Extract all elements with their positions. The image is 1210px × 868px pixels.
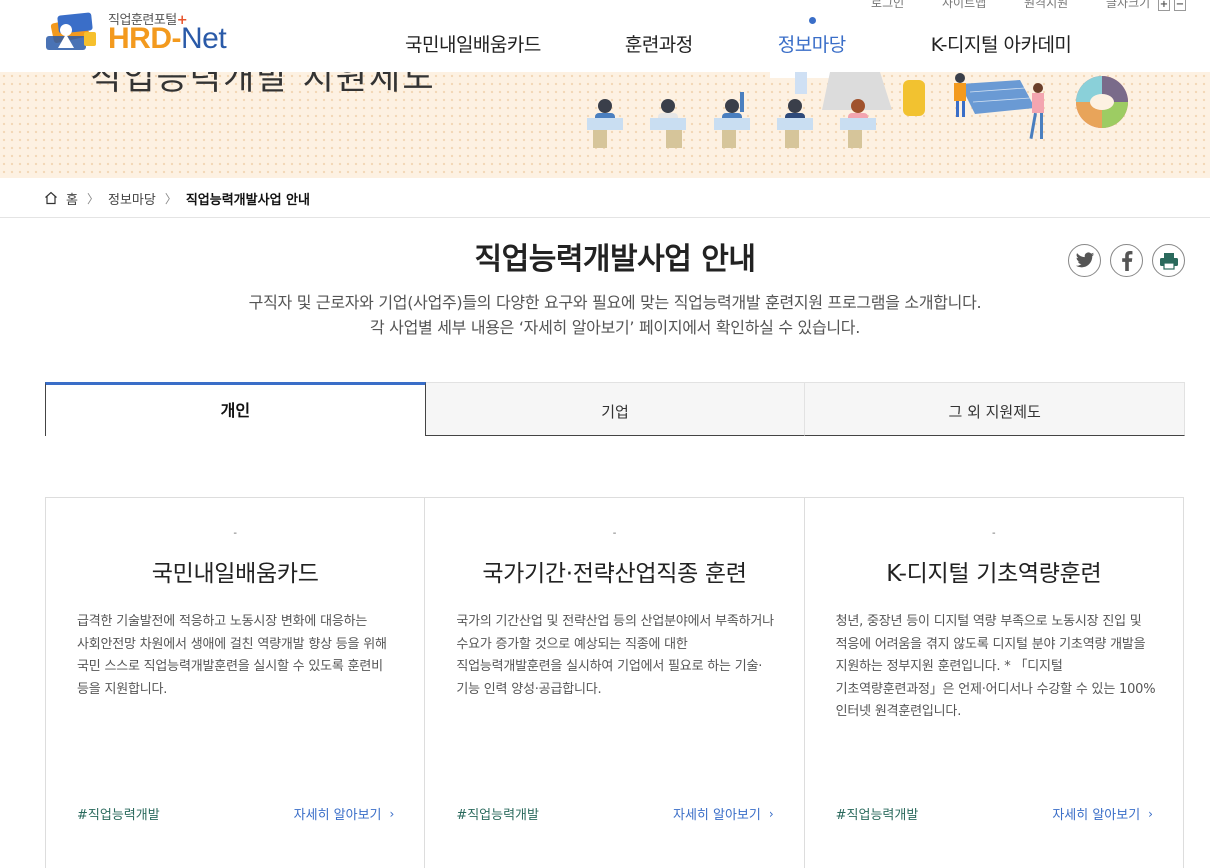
printer-icon (1159, 252, 1178, 270)
print-button[interactable] (1152, 244, 1185, 277)
card-hashtag[interactable]: #직업능력개발 (77, 804, 160, 823)
nav-item-k-digital[interactable]: K-디지털 아카데미 (931, 30, 1072, 57)
page-title: 직업능력개발사업 안내 (474, 242, 756, 277)
utility-menu: 로그인 사이트맵 원격지원 글자크기 + − (837, 0, 1186, 11)
breadcrumb-info[interactable]: 정보마당 (108, 189, 156, 208)
breadcrumb: 홈 〉 정보마당 〉 직업능력개발사업 안내 (44, 178, 1210, 218)
card-description: 국가의 기간산업 및 전략산업 등의 산업분야에서 부족하거나 수요가 증가할 … (456, 614, 774, 697)
card-dash: - (233, 528, 237, 539)
classroom-illustration (587, 72, 1128, 148)
card-hashtag[interactable]: #직업능력개발 (456, 804, 539, 823)
login-link[interactable]: 로그인 (871, 0, 904, 10)
remote-support-link[interactable]: 원격지원 (1024, 0, 1068, 10)
twitter-icon (1075, 252, 1094, 268)
card-title: K-디지털 기초역량훈련 (886, 561, 1102, 587)
site-header: 직업훈련포털+ HRD-Net 로그인 사이트맵 원격지원 글자크기 + − 국민… (0, 0, 1210, 72)
category-tabs: 개인 기업 그 외 지원제도 (45, 382, 1186, 436)
card-description: 청년, 중장년 등이 디지털 역량 부족으로 노동시장 진입 및 적응에 어려움… (835, 614, 1156, 719)
logo-hrd: HRD (108, 22, 172, 55)
facebook-icon (1121, 250, 1132, 271)
breadcrumb-home[interactable]: 홈 (66, 189, 78, 208)
chevron-right-icon: › (389, 806, 395, 821)
program-card-list: - 국민내일배움카드 급격한 기술발전에 적응하고 노동시장 변화에 대응하는 … (45, 497, 1184, 868)
active-nav-dot (808, 17, 816, 24)
nav-item-info[interactable]: 정보마당 (777, 17, 846, 57)
hero-banner: 직업능력개발 지원제도 (0, 72, 1210, 178)
hrd-net-logo[interactable]: 직업훈련포털+ HRD-Net (44, 6, 254, 60)
logo-mark-icon (46, 12, 96, 50)
card-description: 급격한 기술발전에 적응하고 노동시장 변화에 대응하는 사회안전망 차원에서 … (77, 614, 387, 697)
breadcrumb-divider (0, 217, 1210, 218)
banner-title: 직업능력개발 지원제도 (90, 72, 436, 98)
card-dash: - (992, 528, 996, 539)
learn-more-link[interactable]: 자세히 알아보기 › (672, 804, 774, 824)
logo-net: Net (181, 22, 227, 55)
chevron-right-icon: 〉 (86, 191, 99, 206)
learn-more-label: 자세히 알아보기 (1052, 808, 1141, 823)
tab-individual[interactable]: 개인 (45, 382, 426, 436)
learn-more-label: 자세히 알아보기 (293, 808, 382, 823)
program-card: - K-디지털 기초역량훈련 청년, 중장년 등이 디지털 역량 부족으로 노동… (805, 498, 1183, 868)
facebook-share-button[interactable] (1110, 244, 1143, 277)
chevron-right-icon: › (1148, 806, 1153, 821)
logo-dash: - (171, 22, 182, 55)
chevron-right-icon: › (768, 806, 774, 821)
program-card: - 국민내일배움카드 급격한 기술발전에 적응하고 노동시장 변화에 대응하는 … (46, 498, 426, 868)
learn-more-link[interactable]: 자세히 알아보기 › (293, 804, 395, 824)
main-nav: 국민내일배움카드 훈련과정 정보마당 K-디지털 아카데미 (405, 17, 1072, 57)
tab-company[interactable]: 기업 (425, 382, 806, 436)
nav-item-courses[interactable]: 훈련과정 (625, 30, 693, 57)
program-card: - 국가기간·전략산업직종 훈련 국가의 기간산업 및 전략산업 등의 산업분야… (425, 498, 805, 868)
nav-item-card[interactable]: 국민내일배움카드 (405, 30, 541, 57)
description-line-1: 구직자 및 근로자와 기업(사업주)들의 다양한 요구와 필요에 맞는 직업능력… (248, 293, 982, 312)
card-hashtag[interactable]: #직업능력개발 (836, 804, 919, 823)
tab-other-support[interactable]: 그 외 지원제도 (805, 382, 1186, 436)
zoom-out-button[interactable]: − (1174, 0, 1186, 11)
zoom-in-button[interactable]: + (1158, 0, 1170, 11)
nav-item-info-label: 정보마당 (777, 34, 846, 56)
chevron-right-icon: 〉 (164, 191, 177, 206)
twitter-share-button[interactable] (1068, 244, 1101, 277)
card-dash: - (612, 528, 617, 539)
card-title: 국가기간·전략산업직종 훈련 (482, 561, 747, 587)
sitemap-link[interactable]: 사이트맵 (942, 0, 986, 10)
learn-more-label: 자세히 알아보기 (672, 808, 761, 823)
breadcrumb-current: 직업능력개발사업 안내 (185, 192, 310, 208)
font-size-label: 글자크기 (1106, 0, 1151, 10)
logo-wordmark: HRD-Net (108, 22, 227, 56)
description-line-2: 각 사업별 세부 내용은 ‘자세히 알아보기’ 페이지에서 확인하실 수 있습니… (369, 318, 861, 337)
learn-more-link[interactable]: 자세히 알아보기 › (1052, 804, 1153, 824)
home-icon[interactable] (44, 191, 58, 205)
page-description: 구직자 및 근로자와 기업(사업주)들의 다양한 요구와 필요에 맞는 직업능력… (0, 290, 1210, 340)
card-title: 국민내일배움카드 (151, 561, 319, 587)
